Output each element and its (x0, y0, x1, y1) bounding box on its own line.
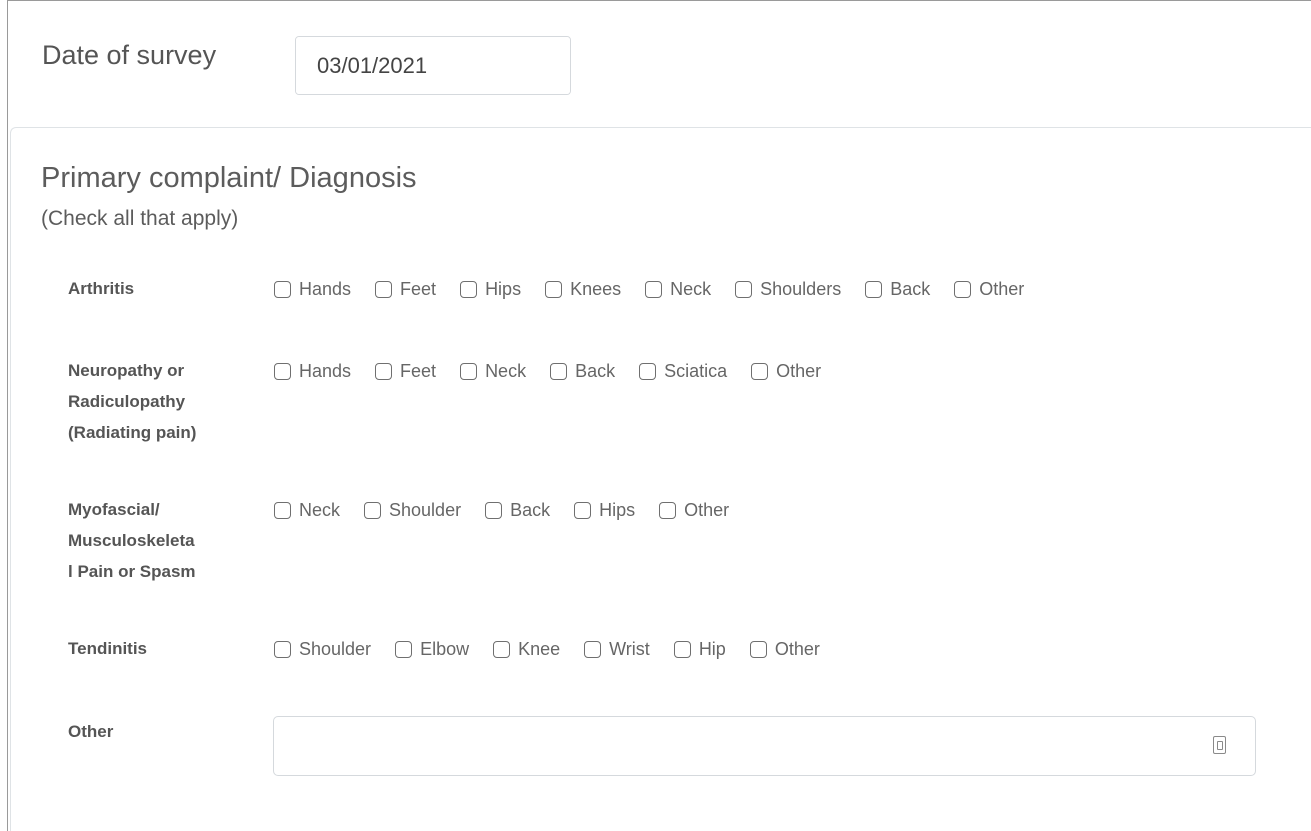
label-line: Musculoskeleta (68, 531, 195, 550)
date-of-survey-label: Date of survey (42, 40, 217, 70)
checkbox[interactable] (375, 280, 393, 298)
arthritis-option-other[interactable]: Other (954, 279, 1024, 300)
option-label: Neck (485, 360, 527, 381)
checkbox[interactable] (274, 362, 291, 380)
arthritis-option-neck[interactable]: Neck (645, 279, 711, 300)
checkbox[interactable] (485, 501, 503, 519)
option-label: Shoulders (760, 278, 842, 299)
myofascial-option-other[interactable]: Other (659, 500, 729, 521)
tendinitis-option-knee[interactable]: Knee (493, 639, 560, 660)
option-label: Back (510, 499, 551, 520)
arthritis-option-hands[interactable]: Hands (274, 279, 351, 300)
option-label: Feet (400, 360, 437, 381)
checkbox[interactable] (639, 362, 657, 380)
option-label: Neck (670, 278, 712, 299)
arthritis-options: Hands Feet Hips Knees Neck Shoulders Bac… (274, 278, 1048, 300)
option-label: Knee (518, 638, 561, 659)
section-hint: (Check all that apply) (41, 207, 239, 230)
other-text-input[interactable] (273, 716, 1256, 776)
tendinitis-option-shoulder[interactable]: Shoulder (274, 639, 371, 660)
tendinitis-option-wrist[interactable]: Wrist (584, 639, 650, 660)
option-label: Shoulder (389, 499, 462, 520)
neuropathy-option-neck[interactable]: Neck (460, 361, 526, 382)
checkbox[interactable] (460, 280, 478, 298)
option-label: Feet (400, 278, 437, 299)
other-label: Other (68, 722, 114, 741)
checkbox[interactable] (274, 640, 291, 658)
checkbox[interactable] (865, 280, 883, 298)
myofascial-option-back[interactable]: Back (485, 500, 550, 521)
neuropathy-options: Hands Feet Neck Back Sciatica Other (274, 360, 845, 382)
neuropathy-option-other[interactable]: Other (751, 361, 821, 382)
arthritis-option-shoulders[interactable]: Shoulders (735, 279, 841, 300)
label-line: (Radiating pain) (68, 423, 197, 442)
option-label: Hips (599, 499, 636, 520)
arthritis-option-knees[interactable]: Knees (545, 279, 621, 300)
option-label: Other (774, 638, 820, 659)
section-title: Primary complaint/ Diagnosis (41, 162, 417, 194)
checkbox[interactable] (364, 501, 382, 519)
checkbox[interactable] (545, 280, 563, 298)
label-line: Arthritis (68, 279, 135, 298)
option-label: Back (890, 278, 931, 299)
checkbox[interactable] (395, 640, 413, 658)
neuropathy-option-back[interactable]: Back (550, 361, 615, 382)
label-line: Radiculopathy (68, 392, 186, 411)
label-line: Neuropathy or (68, 361, 185, 380)
contact-card-icon[interactable] (1213, 736, 1226, 754)
option-label: Hands (299, 278, 352, 299)
date-picker (295, 36, 571, 95)
arthritis-option-hips[interactable]: Hips (460, 279, 521, 300)
checkbox[interactable] (954, 280, 972, 298)
myofascial-option-hips[interactable]: Hips (574, 500, 635, 521)
myofascial-options: Neck Shoulder Back Hips Other (274, 499, 753, 521)
tendinitis-options: Shoulder Elbow Knee Wrist Hip Other (274, 638, 844, 660)
checkbox[interactable] (274, 280, 291, 298)
checkbox[interactable] (493, 640, 511, 658)
checkbox[interactable] (375, 362, 393, 380)
option-label: Knees (570, 278, 622, 299)
arthritis-label: Arthritis (68, 273, 134, 304)
checkbox[interactable] (751, 362, 769, 380)
neuropathy-label: Neuropathy or Radiculopathy (Radiating p… (68, 355, 196, 448)
date-input[interactable] (296, 37, 570, 94)
option-label: Hands (299, 360, 352, 381)
checkbox[interactable] (460, 362, 478, 380)
option-label: Elbow (420, 638, 470, 659)
arthritis-option-feet[interactable]: Feet (375, 279, 436, 300)
option-label: Shoulder (299, 638, 372, 659)
label-line: Tendinitis (68, 639, 148, 658)
neuropathy-option-sciatica[interactable]: Sciatica (639, 361, 727, 382)
checkbox[interactable] (550, 362, 568, 380)
arthritis-option-back[interactable]: Back (865, 279, 930, 300)
checkbox[interactable] (749, 640, 767, 658)
checkbox[interactable] (574, 501, 592, 519)
tendinitis-option-other[interactable]: Other (749, 638, 820, 660)
neuropathy-option-feet[interactable]: Feet (375, 361, 436, 382)
checkbox[interactable] (274, 501, 291, 519)
option-label: Other (684, 499, 730, 520)
checkbox[interactable] (673, 640, 691, 658)
myofascial-option-shoulder[interactable]: Shoulder (364, 500, 461, 521)
option-label: Neck (299, 499, 341, 520)
checkbox[interactable] (659, 501, 677, 519)
tendinitis-label: Tendinitis (68, 633, 147, 664)
option-label: Wrist (609, 638, 650, 659)
myofascial-option-neck[interactable]: Neck (274, 500, 340, 521)
option-label: Other (979, 278, 1025, 299)
label-line: l Pain or Spasm (68, 562, 196, 581)
checkbox[interactable] (735, 280, 753, 298)
checkbox[interactable] (645, 280, 663, 298)
label-line: Myofascial/ (68, 500, 160, 519)
option-label: Sciatica (664, 360, 728, 381)
neuropathy-option-hands[interactable]: Hands (274, 361, 351, 382)
option-label: Back (575, 360, 616, 381)
option-label: Hip (698, 638, 726, 659)
myofascial-label: Myofascial/ Musculoskeleta l Pain or Spa… (68, 494, 196, 587)
option-label: Hips (485, 278, 522, 299)
checkbox[interactable] (584, 640, 602, 658)
tendinitis-option-hip[interactable]: Hip (673, 638, 726, 660)
tendinitis-option-elbow[interactable]: Elbow (395, 639, 469, 660)
option-label: Other (776, 360, 822, 381)
